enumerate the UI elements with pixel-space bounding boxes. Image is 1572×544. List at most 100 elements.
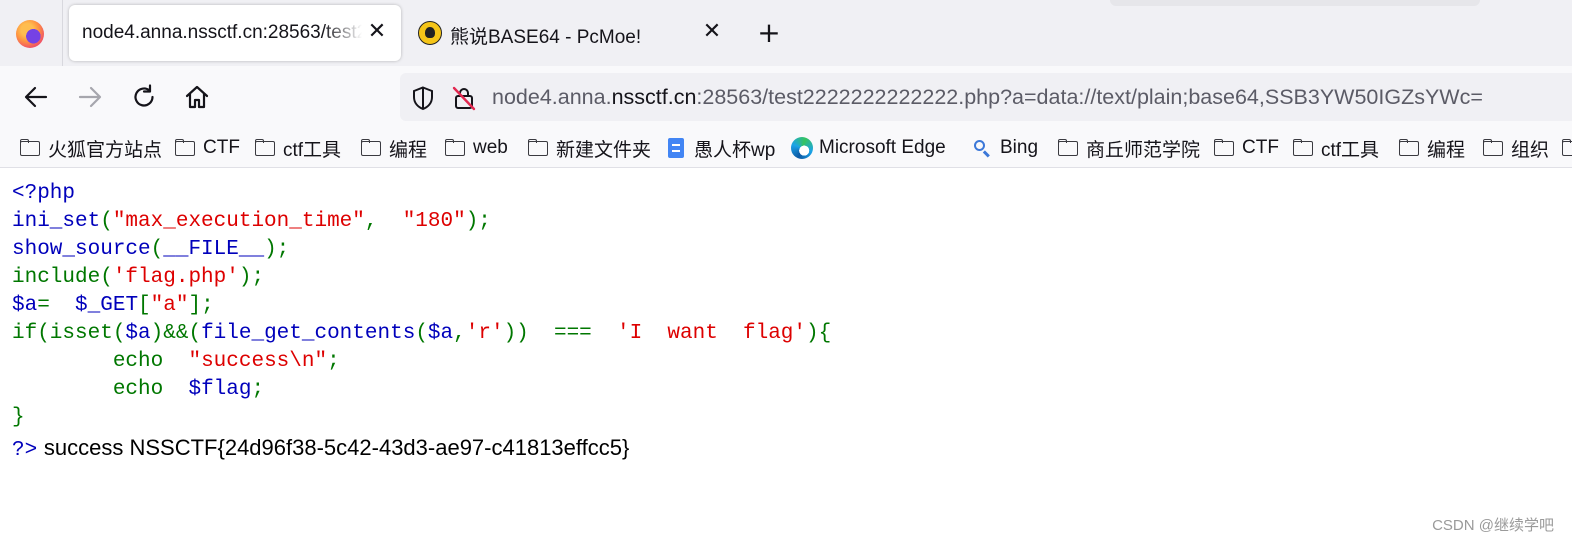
folder-icon bbox=[1399, 139, 1421, 157]
bookmark-item[interactable]: 商丘师范学院 bbox=[1058, 128, 1201, 167]
folder-icon bbox=[1562, 139, 1572, 157]
back-button[interactable] bbox=[21, 82, 51, 112]
code-token: $a bbox=[125, 322, 151, 345]
home-icon bbox=[185, 85, 209, 109]
firefox-logo-icon[interactable] bbox=[16, 20, 44, 48]
bookmark-label: 编程 bbox=[389, 139, 428, 161]
code-token: $a bbox=[427, 322, 454, 345]
bookmark-label: ctf工具 bbox=[1321, 139, 1380, 161]
code-line: echo "success\n"; bbox=[112, 350, 340, 373]
tab-active[interactable]: node4.anna.nssctf.cn:28563/test222222222… bbox=[69, 5, 401, 61]
reload-button[interactable] bbox=[129, 82, 159, 112]
shield-icon[interactable] bbox=[410, 85, 436, 111]
bookmark-label: 新建文件夹 bbox=[556, 139, 652, 161]
code-token: $flag bbox=[188, 378, 252, 401]
edge-icon bbox=[791, 137, 813, 159]
code-token: )&&( bbox=[150, 322, 202, 345]
close-icon[interactable]: ✕ bbox=[699, 19, 725, 45]
code-line: include('flag.php'); bbox=[12, 266, 265, 289]
bookmark-item[interactable]: 编程 bbox=[361, 128, 428, 167]
close-icon[interactable]: ✕ bbox=[364, 19, 390, 45]
bookmark-label: 商丘师范学院 bbox=[1086, 139, 1201, 161]
code-token: )) === bbox=[503, 322, 617, 345]
doc-icon bbox=[666, 138, 688, 158]
url-domain: nssctf.cn bbox=[611, 85, 697, 109]
code-line: } bbox=[12, 406, 25, 429]
reload-icon bbox=[134, 84, 154, 107]
home-button[interactable] bbox=[182, 82, 212, 112]
code-line: if(isset($a)&&(file_get_contents($a,'r')… bbox=[12, 322, 832, 345]
code-token: "success\n" bbox=[188, 350, 328, 373]
bookmark-item[interactable]: Bing bbox=[972, 128, 1039, 167]
code-line: echo $flag; bbox=[112, 378, 265, 401]
code-token: include bbox=[12, 266, 101, 289]
new-tab-button[interactable]: + bbox=[756, 19, 782, 47]
bookmark-item[interactable]: CTF bbox=[1214, 128, 1279, 167]
bookmarks-toolbar: 火狐官方站点 CTF ctf工具 编程 web 新建文件夹 愚人杯wp Micr… bbox=[0, 128, 1572, 168]
folder-icon bbox=[361, 139, 383, 157]
code-token: 'flag.php' bbox=[112, 266, 239, 289]
search-icon bbox=[972, 139, 994, 157]
tab-pcmoe[interactable]: 熊说BASE64 - PcMoe! ✕ bbox=[404, 5, 734, 61]
folder-icon bbox=[255, 139, 277, 157]
code-token: } bbox=[12, 406, 25, 429]
forward-button[interactable] bbox=[75, 82, 105, 112]
php-source-code: <?php ini_set("max_execution_time", "180… bbox=[12, 180, 831, 432]
arrow-right-icon bbox=[78, 86, 102, 108]
bookmark-label: 组织 bbox=[1511, 139, 1550, 161]
bookmark-label: CTF bbox=[203, 137, 240, 158]
flag-output: success NSSCTF{24d96f38-5c42-43d3-ae97-c… bbox=[43, 435, 630, 460]
code-token: file_get_contents bbox=[201, 322, 416, 345]
navigation-toolbar: node4.anna.nssctf.cn:28563/test222222222… bbox=[0, 66, 1572, 128]
tab-strip: node4.anna.nssctf.cn:28563/test222222222… bbox=[0, 0, 1572, 66]
url-text[interactable]: node4.anna.nssctf.cn:28563/test222222222… bbox=[492, 85, 1483, 110]
bookmark-overflow[interactable] bbox=[1562, 128, 1572, 167]
code-token: __FILE__ bbox=[163, 238, 265, 261]
bookmark-item[interactable]: Microsoft Edge bbox=[791, 128, 946, 167]
folder-icon bbox=[1214, 139, 1236, 157]
code-token: "180" bbox=[402, 210, 466, 233]
bookmark-label: Bing bbox=[1000, 137, 1039, 158]
code-line: show_source(__FILE__); bbox=[12, 238, 290, 261]
bookmark-label: Microsoft Edge bbox=[819, 137, 946, 158]
page-output: ?> success NSSCTF{24d96f38-5c42-43d3-ae9… bbox=[12, 432, 629, 467]
bookmark-label: CTF bbox=[1242, 137, 1279, 158]
url-bar[interactable]: node4.anna.nssctf.cn:28563/test222222222… bbox=[400, 73, 1572, 121]
bookmark-item[interactable]: web bbox=[445, 128, 508, 167]
code-token: echo bbox=[112, 350, 164, 373]
code-line: <?php bbox=[12, 182, 75, 205]
insecure-lock-icon[interactable] bbox=[451, 85, 477, 111]
bookmark-item[interactable]: 新建文件夹 bbox=[528, 128, 652, 167]
code-token: show_source bbox=[12, 238, 151, 261]
code-token: <?php bbox=[12, 182, 76, 205]
code-token: "a" bbox=[150, 294, 189, 317]
php-close-tag: ?> bbox=[12, 439, 38, 462]
tab-title: node4.anna.nssctf.cn:28563/test222222222… bbox=[82, 22, 362, 43]
folder-icon bbox=[1058, 139, 1080, 157]
bookmark-label: 火狐官方站点 bbox=[48, 139, 163, 161]
csdn-watermark: CSDN @继续学吧 bbox=[1432, 517, 1554, 534]
bookmark-label: ctf工具 bbox=[283, 139, 342, 161]
code-line: ini_set("max_execution_time", "180"); bbox=[12, 210, 491, 233]
bookmark-label: 愚人杯wp bbox=[694, 139, 776, 161]
code-token: ){ bbox=[806, 322, 832, 345]
bookmark-item[interactable]: 组织 bbox=[1483, 128, 1550, 167]
tab-title: 熊说BASE64 - PcMoe! bbox=[450, 27, 642, 48]
code-token: $_GET bbox=[75, 294, 139, 317]
bookmark-label: 编程 bbox=[1427, 139, 1466, 161]
folder-icon bbox=[528, 139, 550, 157]
code-token: if(isset( bbox=[12, 322, 126, 345]
bookmark-item[interactable]: ctf工具 bbox=[1293, 128, 1380, 167]
bookmark-item[interactable]: 火狐官方站点 bbox=[20, 128, 163, 167]
bookmark-item[interactable]: ctf工具 bbox=[255, 128, 342, 167]
bookmark-item[interactable]: CTF bbox=[175, 128, 240, 167]
tab-strip-drag-area[interactable] bbox=[1110, 0, 1480, 6]
arrow-left-icon bbox=[24, 86, 48, 108]
tab-strip-separator bbox=[62, 0, 63, 66]
folder-icon bbox=[1483, 139, 1505, 157]
bookmark-item[interactable]: 编程 bbox=[1399, 128, 1466, 167]
code-token: echo bbox=[112, 378, 164, 401]
bookmark-item[interactable]: 愚人杯wp bbox=[666, 128, 776, 167]
code-token: 'I want flag' bbox=[616, 322, 807, 345]
code-token: ini_set bbox=[12, 210, 101, 233]
